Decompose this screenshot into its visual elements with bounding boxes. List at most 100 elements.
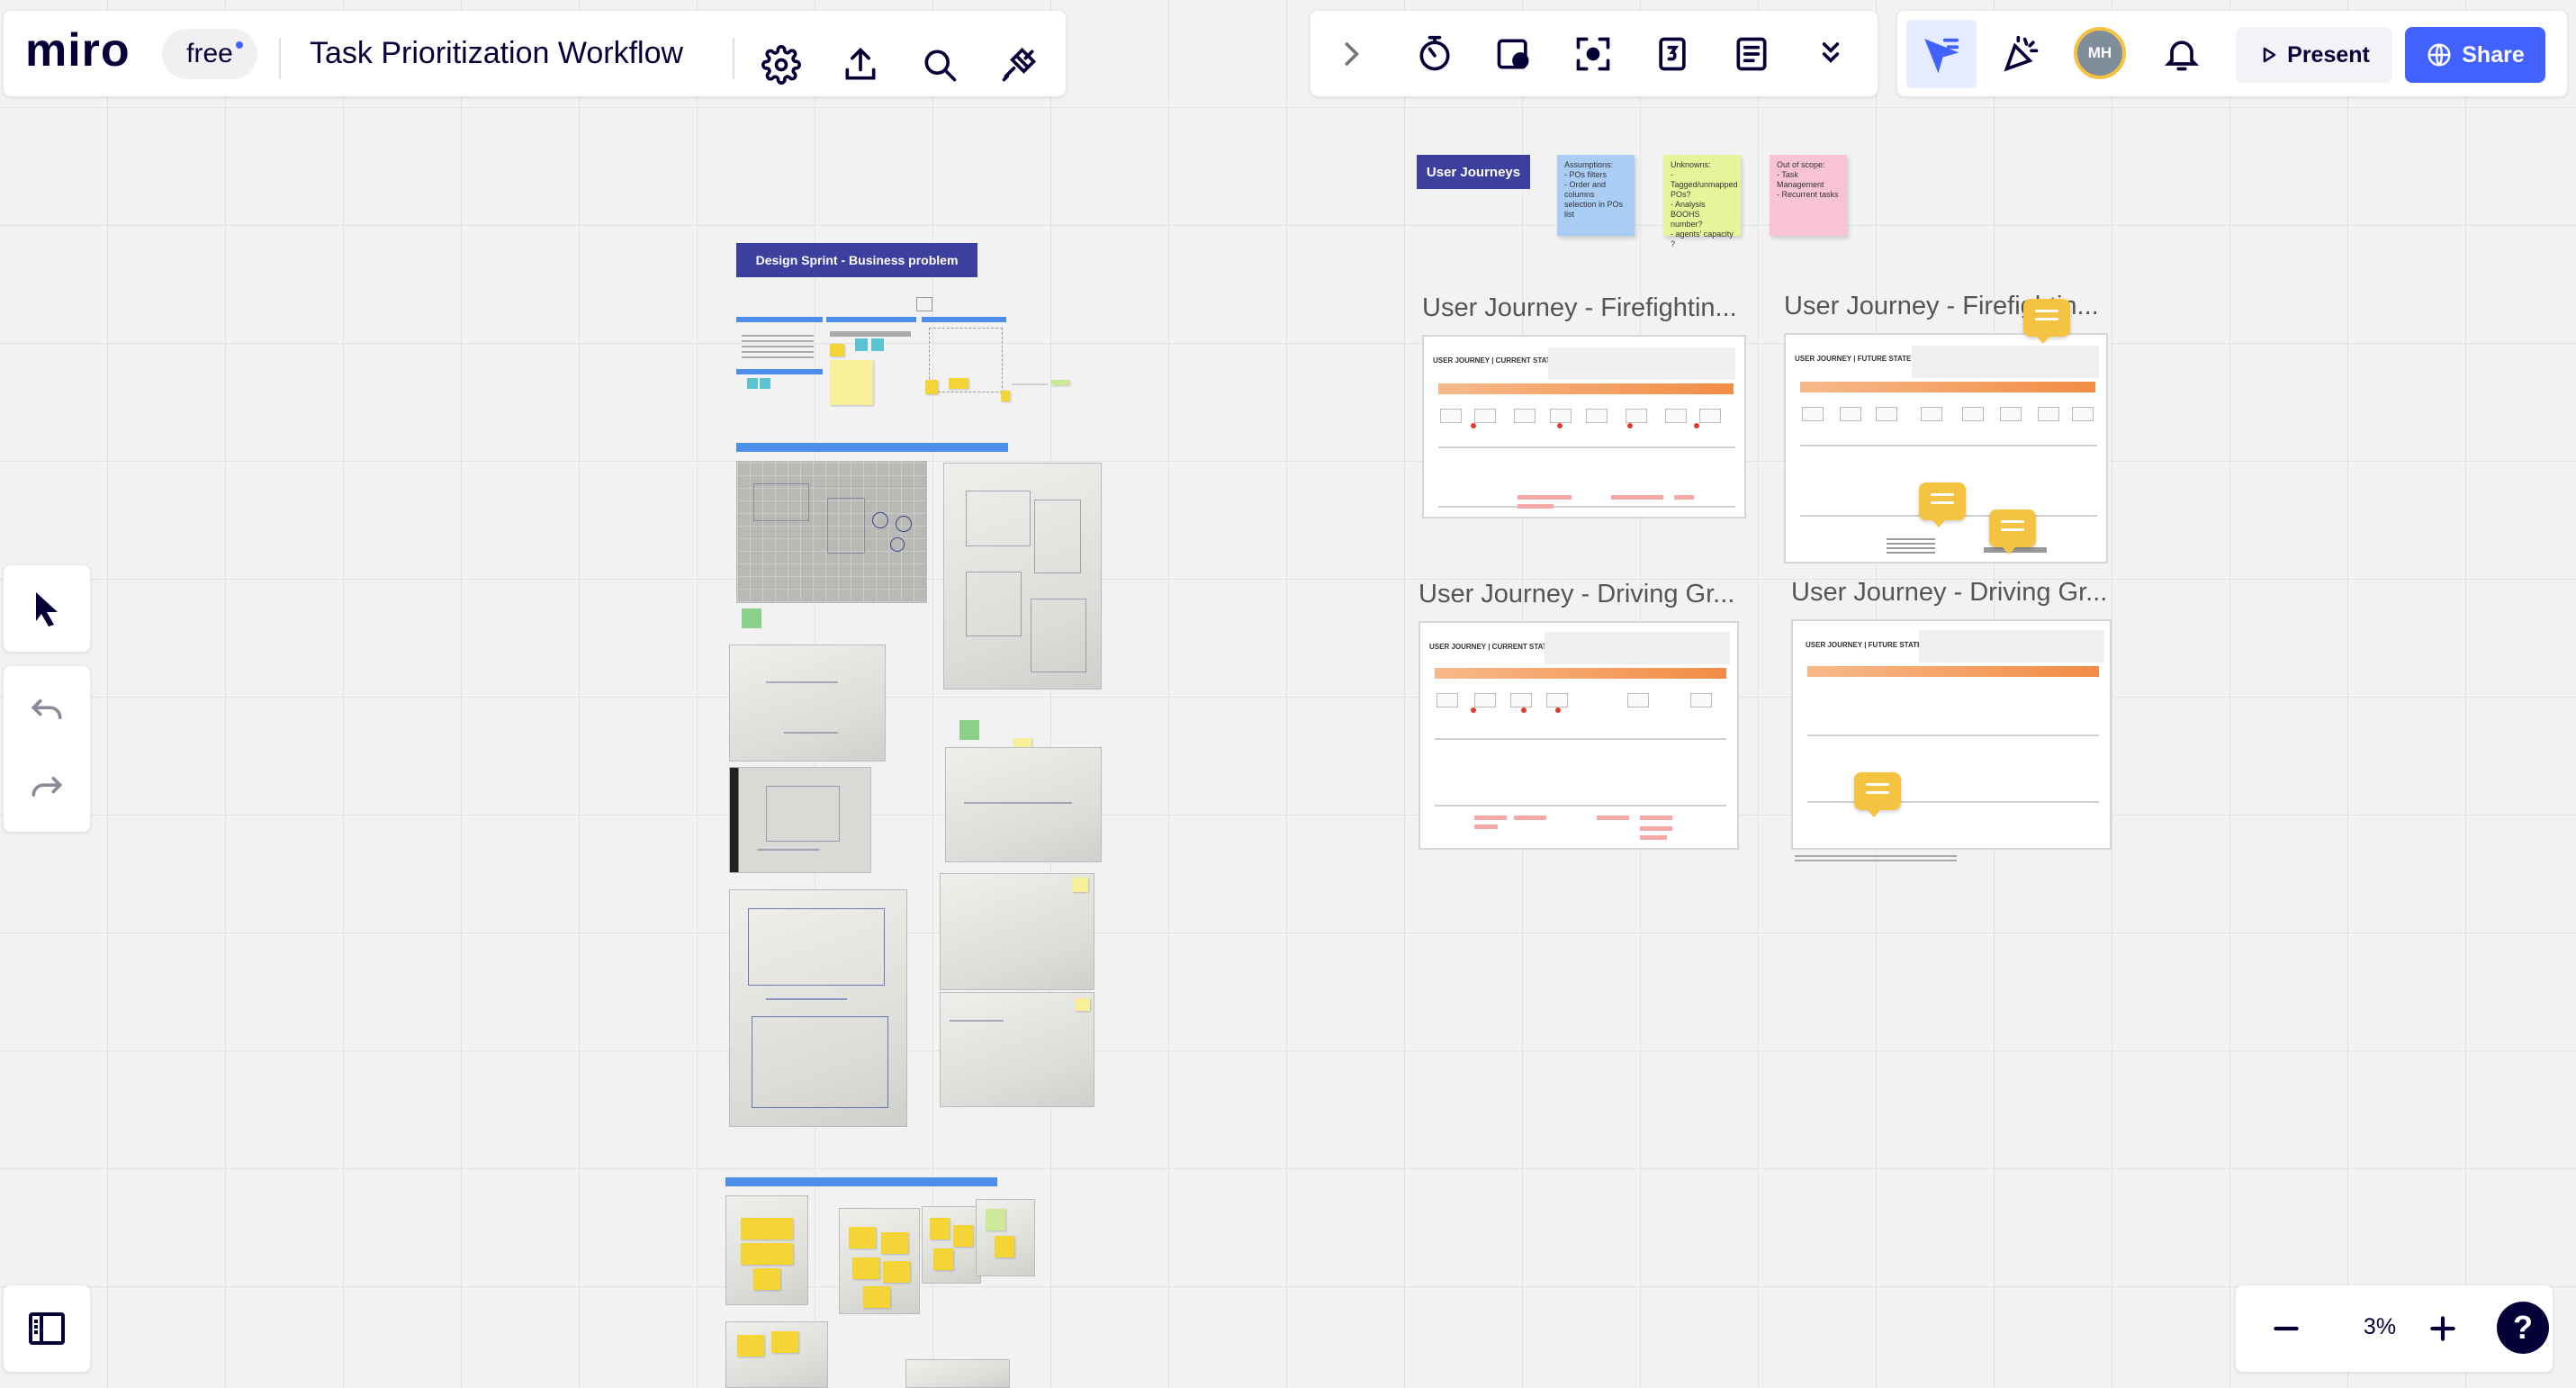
avatar[interactable]: MH: [2074, 27, 2126, 79]
focus-icon[interactable]: [1568, 29, 1618, 79]
sticky-note-out-of-scope[interactable]: Out of scope: - Task Management - Recurr…: [1770, 155, 1847, 236]
search-icon[interactable]: [914, 40, 965, 90]
plug-icon[interactable]: [994, 40, 1044, 90]
select-tool-icon[interactable]: [25, 587, 68, 630]
play-icon: [2263, 47, 2276, 63]
sketch-scribble: [757, 849, 820, 851]
journey-stage-bar: [1800, 382, 2095, 392]
journey-frame-subtitle: USER JOURNEY | CURRENT STATE: [1429, 643, 1553, 651]
opportunity-line: [1518, 504, 1554, 509]
present-button[interactable]: Present: [2236, 27, 2392, 83]
card-icon[interactable]: [1489, 29, 1539, 79]
sketch-shape: [748, 908, 885, 986]
journey-frame-subtitle: USER JOURNEY | FUTURE STATE: [1806, 641, 1923, 649]
sketch-photo[interactable]: [729, 644, 886, 762]
opportunity-line: [1518, 495, 1572, 500]
counter-icon[interactable]: [1647, 29, 1698, 79]
journey-frame-driving-growth-future[interactable]: USER JOURNEY | FUTURE STATE: [1791, 619, 2112, 850]
cursor-select-button[interactable]: [1906, 20, 1977, 88]
sketch-shape: [1031, 599, 1086, 672]
journey-frame-driving-growth-current[interactable]: USER JOURNEY | CURRENT STATE: [1419, 621, 1739, 850]
sketch-photo[interactable]: [729, 767, 871, 873]
journey-frame-title[interactable]: User Journey - Driving Gr...: [1419, 580, 1734, 609]
pain-point-dot: [1471, 423, 1476, 428]
sketch-shape: [966, 491, 1031, 546]
sketch-photo[interactable]: [729, 889, 907, 1127]
sticky-note-unknowns[interactable]: Unknowns: - Tagged/unmapped POs? - Analy…: [1663, 155, 1741, 248]
voting-photo[interactable]: [839, 1208, 920, 1314]
step-box: [1626, 409, 1647, 423]
share-button[interactable]: Share: [2405, 27, 2545, 83]
help-icon[interactable]: ?: [2497, 1302, 2549, 1354]
plan-badge[interactable]: free: [162, 29, 257, 79]
chevron-right-icon[interactable]: [1325, 29, 1375, 79]
voting-photo[interactable]: [976, 1199, 1035, 1276]
sticky-note-assumptions[interactable]: Assumptions: - POs filters - Order and c…: [1557, 155, 1635, 236]
undo-icon[interactable]: [27, 689, 67, 729]
voting-photo[interactable]: [725, 1321, 828, 1388]
sticky-note: [771, 1331, 798, 1353]
notes-icon[interactable]: [1726, 29, 1777, 79]
step-box: [1550, 409, 1572, 423]
celebrate-icon[interactable]: [1996, 29, 2047, 79]
redo-icon[interactable]: [27, 767, 67, 807]
sketch-scribble: [766, 998, 847, 1000]
board-toolbar: miro free Task Prioritization Workflow: [4, 11, 1066, 96]
journey-frame-firefighting-future[interactable]: USER JOURNEY | FUTURE STATE: [1784, 333, 2108, 563]
sidebar-toggle-icon[interactable]: [25, 1307, 68, 1350]
frame-divider: [1807, 801, 2099, 803]
export-icon[interactable]: [835, 40, 886, 90]
voting-photo[interactable]: [922, 1206, 981, 1284]
plan-badge-dot: [236, 41, 243, 49]
sticky-note: [881, 1232, 908, 1254]
sticky-note: [852, 1257, 879, 1279]
sketch-shape: [766, 786, 840, 842]
sticky-note: [933, 1248, 953, 1270]
step-box: [1665, 409, 1687, 423]
comment-icon[interactable]: [2023, 299, 2070, 344]
sketch-shape: [753, 483, 809, 521]
chevrons-down-icon[interactable]: [1806, 29, 1856, 79]
settings-icon[interactable]: [756, 40, 806, 90]
step-box: [1962, 407, 1984, 421]
step-box: [1440, 409, 1462, 423]
sticky-note: [1076, 998, 1090, 1011]
board-title[interactable]: Task Prioritization Workflow: [310, 36, 683, 71]
text-lines: [830, 331, 911, 337]
sketch-photo[interactable]: [940, 873, 1094, 990]
frame-divider: [1435, 738, 1726, 740]
timer-icon[interactable]: [1410, 29, 1460, 79]
opportunity-line: [1674, 495, 1694, 500]
design-sprint-label[interactable]: Design Sprint - Business problem: [736, 243, 977, 277]
step-box: [2000, 407, 2022, 421]
journey-frame-title[interactable]: User Journey - Driving Gr...: [1791, 578, 2107, 608]
voting-photo[interactable]: [905, 1359, 1010, 1388]
step-box: [1510, 693, 1532, 708]
comment-icon[interactable]: [1919, 482, 1966, 527]
sticky-note: [742, 608, 761, 628]
sketch-photo[interactable]: [736, 461, 927, 603]
bell-icon[interactable]: [2157, 29, 2207, 79]
step-box: [1690, 693, 1712, 708]
journey-frame-subtitle: USER JOURNEY | FUTURE STATE: [1795, 355, 1912, 363]
globe-icon: [2427, 43, 2451, 67]
sprint-overview-board[interactable]: [736, 295, 1071, 409]
voting-photo[interactable]: [725, 1195, 808, 1305]
journey-frame-title[interactable]: User Journey - Firefightin...: [1422, 293, 1737, 323]
sketch-photo[interactable]: [945, 747, 1102, 862]
miro-logo[interactable]: miro: [25, 23, 131, 77]
toolbar-divider: [279, 38, 281, 79]
zoom-out-icon[interactable]: [2268, 1311, 2304, 1347]
journey-frame-firefighting-current[interactable]: USER JOURNEY | CURRENT STATE: [1422, 335, 1746, 518]
frame-notes-block: [1545, 632, 1730, 664]
user-journeys-label[interactable]: User Journeys: [1417, 155, 1530, 189]
zoom-in-icon[interactable]: [2425, 1311, 2461, 1347]
pain-point-dot: [1557, 423, 1563, 428]
comment-icon[interactable]: [1854, 772, 1901, 817]
sketch-photo[interactable]: [943, 463, 1102, 689]
zoom-level[interactable]: 3%: [2344, 1314, 2416, 1340]
comment-icon[interactable]: [1989, 509, 2036, 554]
sketch-photo[interactable]: [940, 992, 1094, 1107]
frame-divider: [1807, 735, 2099, 736]
sticky-note: [766, 1243, 793, 1265]
